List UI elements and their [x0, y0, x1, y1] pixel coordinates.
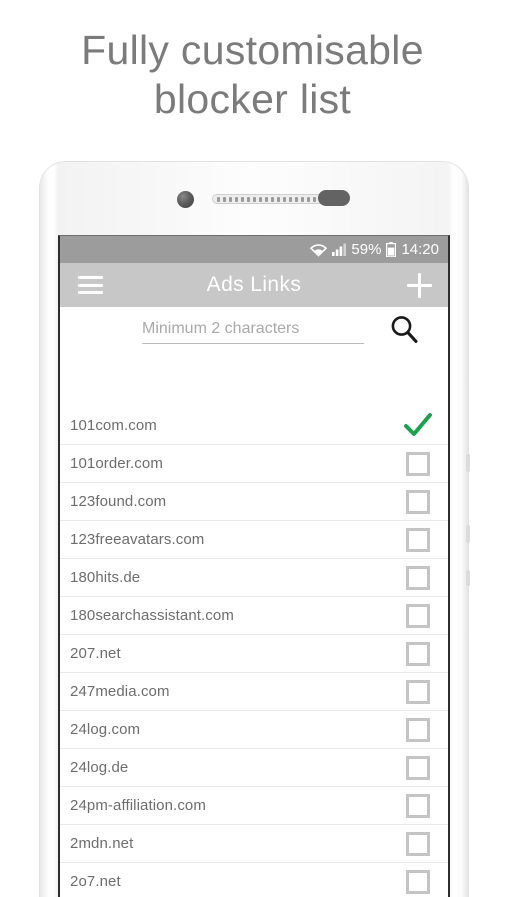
list-top-spacer [60, 369, 448, 407]
clock-label: 14:20 [401, 241, 439, 258]
list-item[interactable]: 207.net [60, 635, 448, 673]
volume-up-button[interactable] [466, 454, 470, 472]
battery-percent-label: 59% [351, 241, 382, 258]
promo-screenshot: Fully customisable blocker list 59% 14:2… [0, 0, 505, 897]
phone-mockup: 59% 14:20 Ads Links Minimum 2 characters… [40, 162, 470, 897]
checkbox[interactable] [406, 680, 430, 704]
list-item[interactable]: 247media.com [60, 673, 448, 711]
checkbox[interactable] [406, 452, 430, 476]
list-item[interactable]: 2mdn.net [60, 825, 448, 863]
app-bar: Ads Links [60, 263, 448, 307]
checkbox[interactable] [406, 756, 430, 780]
signal-bars-icon [332, 243, 347, 256]
list-item[interactable]: 123found.com [60, 483, 448, 521]
checkbox[interactable] [406, 642, 430, 666]
list-item-label: 24pm-affiliation.com [70, 797, 206, 814]
plus-icon[interactable] [407, 273, 432, 298]
checkbox[interactable] [406, 794, 430, 818]
proximity-sensor-icon [318, 190, 350, 206]
list-item-label: 247media.com [70, 683, 170, 700]
page-title: Fully customisable blocker list [0, 26, 505, 124]
earpiece-speaker-icon [212, 194, 331, 204]
app-bar-title: Ads Links [206, 273, 302, 296]
list-item[interactable]: 101order.com [60, 445, 448, 483]
list-item-label: 207.net [70, 645, 121, 662]
wifi-icon [310, 243, 328, 257]
list-item[interactable]: 24pm-affiliation.com [60, 787, 448, 825]
list-item[interactable]: 101com.com [60, 407, 448, 445]
checkbox[interactable] [406, 832, 430, 856]
phone-screen: 59% 14:20 Ads Links Minimum 2 characters… [58, 235, 450, 897]
list-item[interactable]: 180hits.de [60, 559, 448, 597]
list-item-label: 24log.com [70, 721, 141, 738]
list-item-label: 123freeavatars.com [70, 531, 205, 548]
search-bar [60, 307, 448, 369]
list-item-label: 101order.com [70, 455, 163, 472]
list-item-label: 180hits.de [70, 569, 141, 586]
front-camera-icon [177, 191, 194, 208]
battery-icon [386, 242, 397, 257]
list-item[interactable]: 123freeavatars.com [60, 521, 448, 559]
list-item-label: 24log.de [70, 759, 129, 776]
list-item[interactable]: 180searchassistant.com [60, 597, 448, 635]
list-item-label: 180searchassistant.com [70, 607, 234, 624]
status-bar: 59% 14:20 [60, 236, 448, 263]
search-input[interactable] [142, 320, 364, 344]
checkbox[interactable] [406, 604, 430, 628]
list-item[interactable]: 24log.com [60, 711, 448, 749]
checkbox[interactable] [406, 870, 430, 894]
volume-down-button[interactable] [466, 525, 470, 543]
headline-line-1: Fully customisable [81, 27, 424, 73]
checkbox[interactable] [406, 490, 430, 514]
checkmark-icon[interactable] [402, 411, 434, 441]
list-item[interactable]: 2o7.net [60, 863, 448, 897]
checkbox[interactable] [406, 718, 430, 742]
power-button[interactable] [466, 570, 470, 586]
list-item-label: 2mdn.net [70, 835, 134, 852]
headline-line-2: blocker list [153, 76, 352, 122]
search-icon[interactable] [388, 313, 420, 345]
list-item-label: 101com.com [70, 417, 157, 434]
blocker-list: 101com.com 101order.com 123found.com 123fre… [60, 407, 448, 897]
checkbox[interactable] [406, 566, 430, 590]
list-item-label: 123found.com [70, 493, 167, 510]
checkbox[interactable] [406, 528, 430, 552]
list-item[interactable]: 24log.de [60, 749, 448, 787]
list-item-label: 2o7.net [70, 873, 121, 890]
